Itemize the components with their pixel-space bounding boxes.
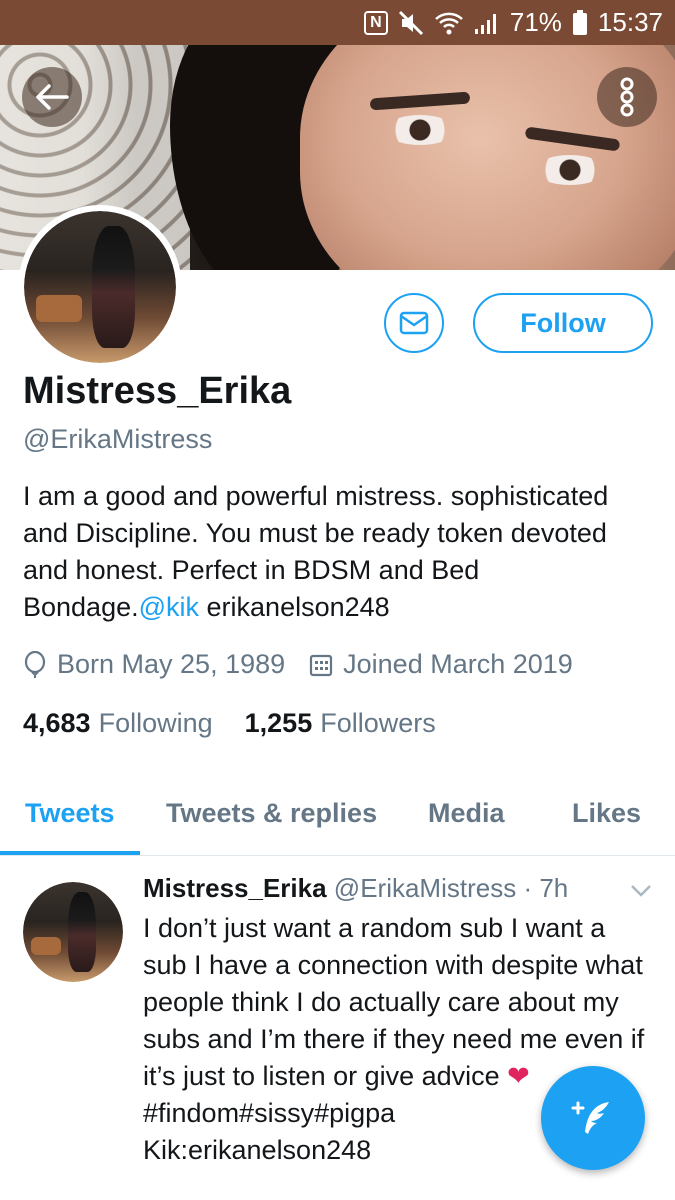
following-label: Following	[98, 708, 213, 738]
message-button[interactable]	[384, 293, 444, 353]
tweet-author-name[interactable]: Mistress_Erika	[143, 873, 327, 903]
followers-link[interactable]: 1,255 Followers	[245, 708, 436, 739]
active-tab-indicator	[0, 851, 140, 855]
balloon-icon	[23, 650, 47, 679]
back-button[interactable]	[22, 67, 82, 127]
profile-meta: Born May 25, 1989 Joined March 2019	[23, 649, 573, 680]
join-date: Joined March 2019	[343, 649, 573, 679]
followers-label: Followers	[320, 708, 436, 738]
tweet-hashtags[interactable]: #findom#sissy#pigpa	[143, 1098, 395, 1128]
battery-percent: 71%	[509, 7, 562, 37]
follow-button[interactable]: Follow	[473, 293, 653, 353]
birthdate: Born May 25, 1989	[57, 649, 286, 679]
tab-tweets-replies[interactable]: Tweets & replies	[166, 770, 377, 856]
bio-tail-text: erikanelson248	[199, 592, 390, 622]
profile-tabs: Tweets Tweets & replies Media Likes	[0, 770, 675, 856]
heart-emoji: ❤	[507, 1061, 530, 1091]
signal-icon	[474, 11, 500, 35]
tab-tweets[interactable]: Tweets	[25, 770, 115, 856]
back-arrow-icon	[36, 84, 69, 110]
wifi-icon	[434, 10, 464, 36]
chevron-down-icon[interactable]	[630, 884, 652, 903]
profile-handle: @ErikaMistress	[23, 424, 213, 454]
profile-stats: 4,683 Following 1,255 Followers	[23, 708, 436, 739]
compose-feather-icon	[571, 1101, 609, 1134]
following-count: 4,683	[23, 708, 91, 738]
compose-tweet-button[interactable]	[541, 1066, 645, 1170]
status-bar: N 71% 15:37	[0, 0, 675, 45]
tweet-text-main: I don’t just want a random sub I want a …	[143, 913, 645, 1091]
tweet-author-handle: @ErikaMistress	[333, 873, 517, 903]
tweet-author-avatar[interactable]	[23, 882, 123, 982]
profile-bio: I am a good and powerful mistress. sophi…	[23, 478, 653, 626]
tab-likes[interactable]: Likes	[572, 770, 641, 856]
following-link[interactable]: 4,683 Following	[23, 708, 213, 739]
vertical-dots-icon	[620, 77, 634, 117]
tweet-text-last: Kik:erikanelson248	[143, 1135, 372, 1165]
profile-display-name: Mistress_Erika	[23, 370, 292, 412]
clock: 15:37	[597, 7, 663, 37]
profile-avatar[interactable]	[18, 205, 182, 369]
nfc-icon: N	[363, 10, 388, 35]
battery-icon	[572, 9, 588, 36]
envelope-icon	[399, 311, 429, 335]
tweet-header: Mistress_Erika @ErikaMistress · 7h	[143, 873, 568, 904]
tweet-time: · 7h	[523, 873, 569, 903]
tab-media[interactable]: Media	[428, 770, 505, 856]
calendar-icon	[309, 653, 333, 677]
mute-icon	[398, 10, 424, 36]
bio-mention-link[interactable]: @kik	[139, 592, 199, 622]
more-options-button[interactable]	[597, 67, 657, 127]
followers-count: 1,255	[244, 708, 313, 738]
